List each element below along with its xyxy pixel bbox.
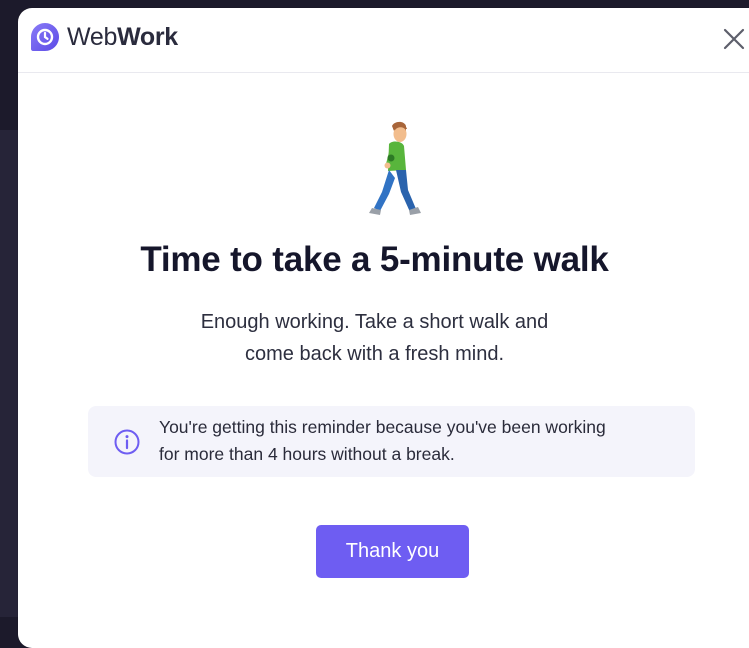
brand-name: WebWork (67, 23, 178, 52)
reminder-subtitle-line-2: come back with a fresh mind. (245, 343, 504, 365)
brand-name-light: Web (67, 22, 118, 51)
info-notice: You're getting this reminder because you… (88, 406, 695, 477)
reminder-subtitle: Enough working. Take a short walk and co… (18, 306, 749, 370)
break-reminder-modal: WebWork Time to take a 5-minute walk Eno… (18, 8, 749, 648)
brand-name-bold: Work (117, 22, 178, 51)
webwork-clock-logo-icon (31, 23, 59, 51)
modal-header: WebWork (18, 8, 749, 73)
person-walking-icon (369, 121, 421, 215)
info-notice-line-2: for more than 4 hours without a break. (159, 444, 455, 464)
info-notice-text: You're getting this reminder because you… (159, 414, 689, 468)
info-icon (114, 429, 140, 455)
reminder-title: Time to take a 5-minute walk (140, 240, 609, 279)
thank-you-button[interactable]: Thank you (316, 525, 469, 578)
info-notice-line-1: You're getting this reminder because you… (159, 417, 606, 437)
reminder-subtitle-line-1: Enough working. Take a short walk and (200, 311, 549, 333)
app-logo: WebWork (30, 22, 178, 52)
close-icon[interactable] (721, 26, 747, 52)
